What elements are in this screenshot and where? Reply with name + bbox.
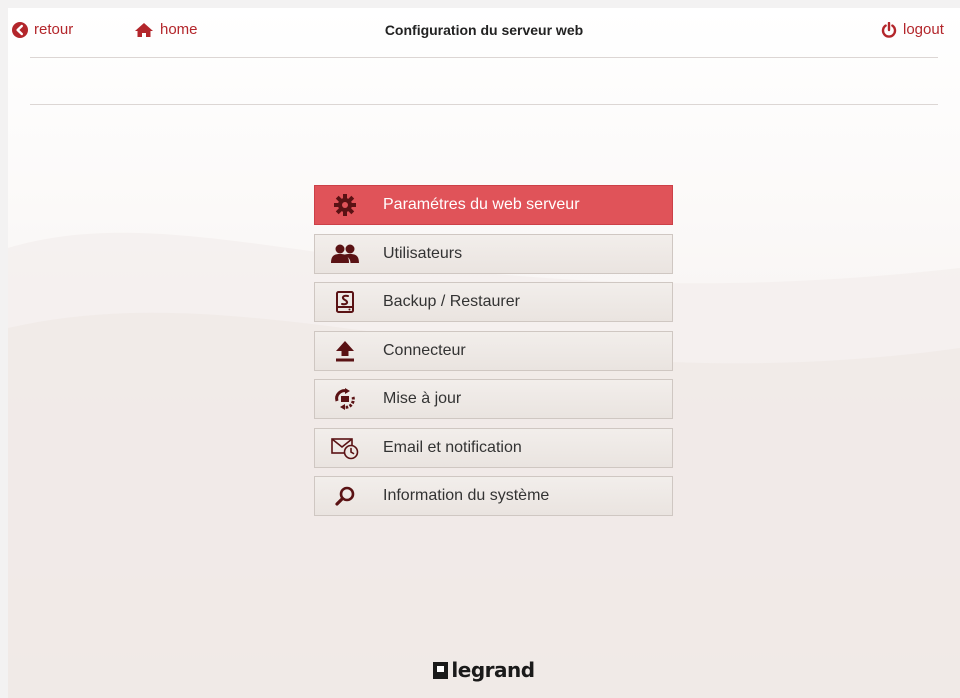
menu-item-label: Paramétres du web serveur <box>383 196 580 213</box>
settings-menu: Paramétres du web serveur Utilisateurs B… <box>314 185 673 525</box>
menu-item-system-information[interactable]: Information du système <box>314 476 673 516</box>
menu-item-label: Utilisateurs <box>383 244 463 262</box>
backup-icon <box>336 291 354 313</box>
page: retour home Configuration du serveur web… <box>8 8 960 698</box>
logout-button[interactable]: logout <box>881 21 944 38</box>
menu-item-label: Email et notification <box>383 438 522 456</box>
logout-label: logout <box>903 21 944 38</box>
search-icon <box>335 486 355 506</box>
users-icon <box>331 244 359 263</box>
divider-bottom <box>30 104 938 105</box>
brand-name: legrand <box>451 658 535 682</box>
power-icon <box>881 21 897 38</box>
email-clock-icon <box>331 437 359 459</box>
update-icon <box>335 388 355 410</box>
menu-item-label: Mise à jour <box>383 390 462 407</box>
menu-item-web-server-settings[interactable]: Paramétres du web serveur <box>314 185 673 225</box>
legrand-logo: legrand <box>8 658 960 682</box>
menu-item-connector[interactable]: Connecteur <box>314 330 673 371</box>
legrand-logo-mark <box>433 661 449 679</box>
menu-item-backup-restore[interactable]: Backup / Restaurer <box>314 282 673 322</box>
gear-icon <box>334 194 356 216</box>
menu-item-users[interactable]: Utilisateurs <box>314 233 673 274</box>
upload-icon <box>336 340 354 361</box>
page-title: Configuration du serveur web <box>384 22 584 38</box>
menu-item-label: Connecteur <box>383 341 466 359</box>
menu-item-email-notification[interactable]: Email et notification <box>314 427 673 468</box>
top-bar: retour home Configuration du serveur web… <box>8 8 960 54</box>
divider-top <box>30 57 938 58</box>
menu-item-update[interactable]: Mise à jour <box>314 379 673 419</box>
menu-item-label: Backup / Restaurer <box>383 293 520 310</box>
menu-item-label: Information du système <box>383 487 550 504</box>
